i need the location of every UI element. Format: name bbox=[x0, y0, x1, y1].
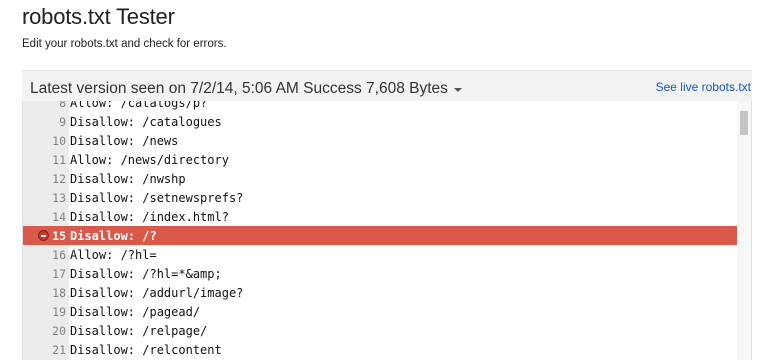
line-code: Disallow: /nwshp bbox=[70, 171, 186, 186]
line-code: Disallow: /index.html? bbox=[70, 209, 229, 224]
line-number: 21 bbox=[52, 342, 66, 357]
code-line[interactable]: 11 Allow: /news/directory bbox=[23, 150, 751, 169]
caret-down-icon bbox=[453, 87, 462, 92]
code-line[interactable]: 10 Disallow: /news bbox=[23, 131, 751, 150]
code-line[interactable]: 18 Disallow: /addurl/image? bbox=[23, 283, 751, 302]
line-number: 13 bbox=[52, 190, 66, 205]
code-line[interactable]: 8 Allow: /catalogs/p? bbox=[23, 101, 751, 112]
line-code: Disallow: /?hl=*&amp; bbox=[70, 266, 222, 281]
code-line[interactable]: 16 Allow: /?hl= bbox=[23, 245, 751, 264]
code-line[interactable]: 19 Disallow: /pagead/ bbox=[23, 302, 751, 321]
line-number: 19 bbox=[52, 304, 66, 319]
code-line[interactable]: 9 Disallow: /catalogues bbox=[23, 112, 751, 131]
line-code: Allow: /news/directory bbox=[70, 152, 229, 167]
line-number: 8 bbox=[59, 101, 66, 110]
line-code: Allow: /?hl= bbox=[70, 247, 157, 262]
code-line[interactable]: 17 Disallow: /?hl=*&amp; bbox=[23, 264, 751, 283]
code-line[interactable]: 12 Disallow: /nwshp bbox=[23, 169, 751, 188]
editor-scrollbar[interactable] bbox=[737, 101, 751, 360]
line-code: Disallow: /pagead/ bbox=[70, 304, 201, 319]
page-title: robots.txt Tester bbox=[22, 4, 175, 29]
code-line[interactable]: 21 Disallow: /relcontent bbox=[23, 340, 751, 359]
line-code: Disallow: /news bbox=[70, 133, 179, 148]
line-code: Disallow: /catalogues bbox=[70, 114, 222, 129]
line-code: Disallow: /setnewsprefs? bbox=[70, 190, 244, 205]
line-number: 18 bbox=[52, 285, 66, 300]
line-number: 17 bbox=[52, 266, 66, 281]
editor-lines[interactable]: 8 Allow: /catalogs/p? 9 Disallow: /catalogu… bbox=[23, 101, 751, 359]
code-line[interactable]: 20 Disallow: /relpage/ bbox=[23, 321, 751, 340]
page-subtitle: Edit your robots.txt and check for error… bbox=[22, 38, 227, 50]
robots-editor[interactable]: 8 Allow: /catalogs/p? 9 Disallow: /catalogu… bbox=[22, 101, 752, 360]
line-number: 11 bbox=[52, 152, 66, 167]
line-code: Allow: /catalogs/p? bbox=[70, 101, 208, 110]
version-label: Latest version seen on 7/2/14, 5:06 AM S… bbox=[30, 80, 448, 97]
scrollbar-thumb[interactable] bbox=[740, 111, 748, 135]
line-number: 16 bbox=[52, 247, 66, 262]
line-number: 12 bbox=[52, 171, 66, 186]
line-number: 9 bbox=[59, 114, 66, 129]
line-code: Disallow: /relpage/ bbox=[70, 323, 208, 338]
line-number: 20 bbox=[52, 323, 66, 338]
line-number: 14 bbox=[52, 209, 66, 224]
code-line[interactable]: 13 Disallow: /setnewsprefs? bbox=[23, 188, 751, 207]
see-live-robots-link[interactable]: See live robots.txt bbox=[656, 79, 751, 95]
line-number: 10 bbox=[52, 133, 66, 148]
robots-tester-page: robots.txt Tester Edit your robots.txt a… bbox=[0, 0, 760, 360]
line-code: Disallow: /? bbox=[70, 228, 157, 243]
line-code: Disallow: /addurl/image? bbox=[70, 285, 244, 300]
error-icon bbox=[38, 230, 49, 241]
line-code: Disallow: /relcontent bbox=[70, 342, 222, 357]
code-line-error[interactable]: 15 Disallow: /? bbox=[23, 226, 751, 245]
code-line[interactable]: 14 Disallow: /index.html? bbox=[23, 207, 751, 226]
version-dropdown[interactable]: Latest version seen on 7/2/14, 5:06 AM S… bbox=[30, 79, 462, 99]
